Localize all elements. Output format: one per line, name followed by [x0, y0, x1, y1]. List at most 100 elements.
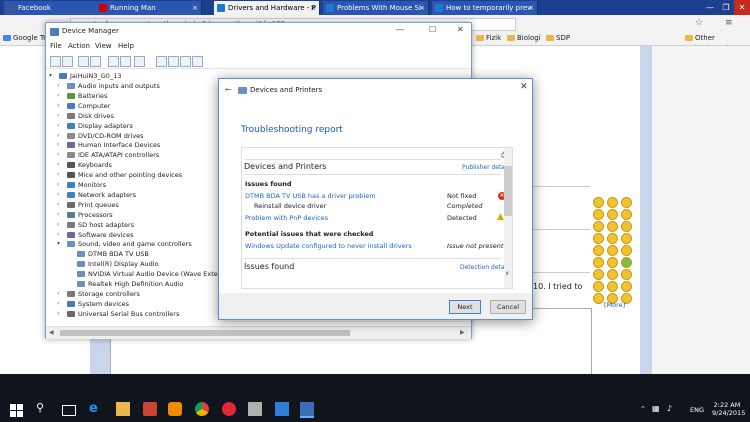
disable-icon[interactable] — [180, 56, 191, 67]
menu-action[interactable]: Action — [68, 42, 90, 50]
smiley-icon[interactable] — [621, 281, 632, 292]
language-indicator[interactable]: ENG — [690, 406, 704, 414]
scan-hardware-icon[interactable] — [192, 56, 203, 67]
tray-up-icon[interactable]: ⌃ — [640, 405, 646, 413]
expand-arrow-icon[interactable]: › — [57, 230, 65, 240]
uninstall-icon[interactable] — [168, 56, 179, 67]
smiley-icon[interactable] — [621, 209, 632, 220]
smiley-icon[interactable] — [607, 233, 618, 244]
smiley-icon[interactable] — [607, 269, 618, 280]
bookmark-biologi[interactable]: Biologi — [507, 33, 541, 44]
issue-pnp-link[interactable]: Problem with PnP devices — [245, 214, 328, 222]
expand-arrow-icon[interactable]: › — [57, 81, 65, 91]
smiley-icon[interactable] — [593, 269, 604, 280]
minimize-button[interactable]: — — [702, 0, 718, 15]
tab-close-icon[interactable]: × — [419, 1, 425, 15]
network-icon[interactable]: ▦ — [652, 404, 660, 413]
expand-arrow-icon[interactable]: › — [57, 200, 65, 210]
expand-arrow-icon[interactable]: › — [57, 299, 65, 309]
list-icon[interactable] — [90, 56, 101, 67]
expand-arrow-icon[interactable]: › — [57, 160, 65, 170]
view-icon[interactable] — [120, 56, 131, 67]
tab-close-icon[interactable]: × — [192, 1, 198, 15]
expand-arrow-icon[interactable]: › — [57, 101, 65, 111]
smiley-icon[interactable] — [621, 245, 632, 256]
smiley-icon[interactable] — [621, 257, 632, 268]
expand-arrow-icon[interactable]: › — [57, 140, 65, 150]
expand-arrow-icon[interactable]: › — [57, 180, 65, 190]
expand-arrow-icon[interactable]: › — [57, 289, 65, 299]
menu-icon[interactable]: ≡ — [725, 18, 733, 28]
smiley-icon[interactable] — [621, 197, 632, 208]
close-button[interactable]: ✕ — [457, 25, 464, 34]
vertical-scrollbar[interactable]: ∨ — [504, 148, 512, 288]
task-view-icon[interactable] — [62, 405, 76, 416]
monitor-icon[interactable] — [134, 56, 145, 67]
close-button[interactable]: ✕ — [520, 82, 528, 92]
file-explorer-icon[interactable] — [116, 402, 130, 416]
horizontal-scrollbar[interactable]: ◀ ▶ — [46, 326, 471, 339]
scroll-thumb[interactable] — [60, 330, 350, 336]
smiley-icon[interactable] — [607, 245, 618, 256]
tab-close-icon[interactable]: × — [310, 1, 316, 15]
volume-icon[interactable]: ♪ — [667, 404, 672, 413]
collapse-arrow-icon[interactable]: ▾ — [57, 239, 65, 249]
troubleshooter-icon[interactable] — [300, 402, 314, 418]
browser-tab[interactable]: Running Man × — [96, 1, 202, 15]
media-player-icon[interactable] — [222, 402, 236, 416]
smiley-icon[interactable] — [593, 281, 604, 292]
smiley-icon[interactable] — [593, 197, 604, 208]
browser-tab[interactable]: Problems With Mouse Si × — [323, 1, 429, 15]
minimize-button[interactable]: — — [396, 25, 404, 34]
update-driver-icon[interactable] — [156, 56, 167, 67]
smiley-icon[interactable] — [607, 197, 618, 208]
smiley-icon[interactable] — [607, 257, 618, 268]
expand-arrow-icon[interactable]: › — [57, 91, 65, 101]
smiley-icon[interactable] — [621, 269, 632, 280]
control-panel-icon[interactable] — [275, 402, 289, 416]
smiley-icon[interactable] — [593, 257, 604, 268]
browser-tab[interactable]: Facebook× — [4, 1, 110, 15]
scroll-thumb[interactable] — [504, 166, 512, 216]
scroll-right-icon[interactable]: ▶ — [460, 329, 465, 336]
menu-view[interactable]: View — [95, 42, 112, 50]
app-icon[interactable] — [168, 402, 182, 416]
smiley-icon[interactable] — [593, 221, 604, 232]
clock[interactable]: 2:22 AM 9/24/2015 — [712, 401, 745, 417]
forward-icon[interactable] — [62, 56, 73, 67]
expand-arrow-icon[interactable]: › — [57, 131, 65, 141]
edge-icon[interactable]: e — [89, 402, 103, 416]
device-manager-taskbar-icon[interactable] — [248, 402, 262, 416]
expand-arrow-icon[interactable]: › — [57, 220, 65, 230]
smiley-icon[interactable] — [593, 209, 604, 220]
expand-arrow-icon[interactable]: › — [57, 170, 65, 180]
smiley-icon[interactable] — [607, 209, 618, 220]
bookmark-fizik[interactable]: Fizik — [476, 33, 501, 44]
more-smilies-link[interactable]: [More] — [604, 301, 625, 309]
smiley-icon[interactable] — [607, 221, 618, 232]
help-icon[interactable] — [108, 56, 119, 67]
smiley-icon[interactable] — [607, 281, 618, 292]
scroll-left-icon[interactable]: ◀ — [49, 329, 54, 336]
expand-arrow-icon[interactable]: › — [57, 121, 65, 131]
close-button[interactable]: ✕ — [734, 0, 750, 15]
smiley-icon[interactable] — [593, 233, 604, 244]
star-icon[interactable]: ☆ — [695, 18, 703, 28]
store-icon[interactable] — [143, 402, 157, 416]
browser-tab[interactable]: Drivers and Hardware - P × — [214, 1, 320, 15]
bookmark-sdp[interactable]: SDP — [546, 33, 570, 44]
windows-update-issue-link[interactable]: Windows Update configured to never insta… — [245, 242, 412, 250]
back-arrow-icon[interactable]: ← — [225, 85, 232, 94]
menu-file[interactable]: File — [50, 42, 62, 50]
browser-tab[interactable]: How to temporarily prev × — [432, 1, 538, 15]
next-button[interactable]: Next — [449, 300, 481, 314]
search-icon[interactable]: ⚲ — [36, 401, 44, 414]
issue-driver-problem-link[interactable]: DTMB BDA TV USB has a driver problem — [245, 192, 376, 200]
expand-arrow-icon[interactable]: › — [57, 190, 65, 200]
smiley-icon[interactable] — [621, 221, 632, 232]
start-button[interactable] — [10, 404, 23, 417]
bookmark-google[interactable]: Google Tr — [3, 33, 46, 44]
properties-icon[interactable] — [78, 56, 89, 67]
maximize-button[interactable]: ☐ — [429, 25, 436, 34]
menu-help[interactable]: Help — [118, 42, 134, 50]
